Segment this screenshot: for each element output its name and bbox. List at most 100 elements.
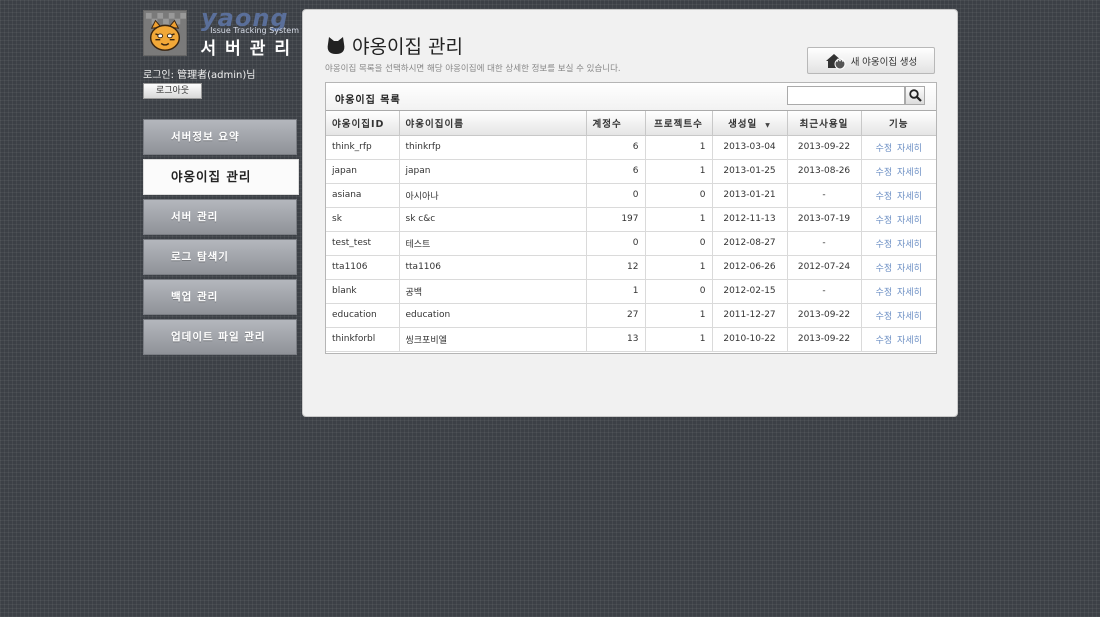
sidebar-item-server-summary[interactable]: 서버정보 요약	[143, 119, 297, 155]
cell-actions: 수정 자세히	[860, 206, 936, 232]
cell-accounts: 0	[585, 230, 646, 256]
table-row[interactable]: think_rfp thinkrfp 6 1 2013-03-04 2013-09-22 수…	[326, 134, 936, 160]
cell-id: asiana	[326, 182, 400, 208]
table-row[interactable]: thinkforbl 씽크포비엘 13 1 2010-10-22 2013-09-22 수정…	[326, 326, 936, 352]
detail-link[interactable]: 자세히	[897, 240, 922, 250]
edit-link[interactable]: 수정	[876, 336, 893, 346]
detail-link[interactable]: 자세히	[897, 144, 922, 154]
cell-projects: 1	[644, 302, 713, 328]
sidebar-nav: 서버정보 요약 야옹이집 관리 서버 관리 로그 탐색기 백업 관리 업데이트 …	[143, 119, 299, 359]
cell-accounts: 197	[585, 206, 646, 232]
column-header-projects[interactable]: 프로젝트수	[644, 111, 713, 136]
cat-icon	[326, 37, 346, 55]
sidebar-item-log-explorer[interactable]: 로그 탐색기	[143, 239, 297, 275]
yaong-logo	[143, 10, 187, 56]
cell-accounts: 6	[585, 158, 646, 184]
sidebar-item-backup[interactable]: 백업 관리	[143, 279, 297, 315]
cell-id: sk	[326, 206, 400, 232]
cell-name: 아시아나	[398, 182, 587, 208]
cell-last-used: 2013-08-26	[786, 158, 862, 184]
cell-actions: 수정 자세히	[860, 302, 936, 328]
new-yaong-house-button[interactable]: 새 야옹이집 생성	[807, 47, 935, 74]
cell-name: 씽크포비엘	[398, 326, 587, 352]
detail-link[interactable]: 자세히	[897, 312, 922, 322]
table-row[interactable]: tta1106 tta1106 12 1 2012-06-26 2012-07-24 수정 …	[326, 254, 936, 280]
cell-last-used: 2013-09-22	[786, 302, 862, 328]
table-row[interactable]: japan japan 6 1 2013-01-25 2013-08-26 수정 자세히	[326, 158, 936, 184]
edit-link[interactable]: 수정	[876, 144, 893, 154]
cell-last-used: 2013-09-22	[786, 326, 862, 352]
cell-created: 2013-01-25	[711, 158, 788, 184]
cell-created: 2012-08-27	[711, 230, 788, 256]
list-header: 야옹이집 목록	[326, 83, 936, 111]
cell-name: tta1106	[398, 254, 587, 280]
edit-link[interactable]: 수정	[876, 264, 893, 274]
column-header-created[interactable]: 생성일 ▼	[711, 111, 788, 136]
cell-actions: 수정 자세히	[860, 158, 936, 184]
edit-link[interactable]: 수정	[876, 288, 893, 298]
sort-desc-icon: ▼	[765, 121, 771, 129]
cell-actions: 수정 자세히	[860, 134, 936, 160]
edit-link[interactable]: 수정	[876, 312, 893, 322]
page-title-text: 야옹이집 관리	[352, 36, 463, 58]
table-row[interactable]: education education 27 1 2011-12-27 2013-09-2…	[326, 302, 936, 328]
cell-last-used: -	[786, 278, 862, 304]
column-header-id[interactable]: 야옹이집ID	[326, 111, 400, 136]
page-title: 야옹이집 관리	[326, 32, 463, 59]
table-row[interactable]: blank 공백 1 0 2012-02-15- 수정 자세히	[326, 278, 936, 304]
detail-link[interactable]: 자세히	[897, 192, 922, 202]
house-cat-icon	[825, 53, 846, 69]
detail-link[interactable]: 자세히	[897, 168, 922, 178]
table-row[interactable]: test_test 테스트 0 0 2012-08-27- 수정 자세히	[326, 230, 936, 256]
cell-created: 2013-01-21	[711, 182, 788, 208]
cell-accounts: 13	[585, 326, 646, 352]
table-row[interactable]: sk sk c&c 197 1 2012-11-13 2013-07-19 수정 자세히	[326, 206, 936, 232]
cell-id: think_rfp	[326, 134, 400, 160]
table-header-row: 야옹이집ID 야옹이집이름 계정수 프로젝트수 생성일 ▼ 최근사용일 기능	[326, 111, 936, 136]
cell-accounts: 27	[585, 302, 646, 328]
cell-projects: 1	[644, 254, 713, 280]
cell-id: blank	[326, 278, 400, 304]
page-description: 야옹이집 목록을 선택하시면 해당 야옹이집에 대한 상세한 정보를 보실 수 …	[325, 64, 621, 74]
edit-link[interactable]: 수정	[876, 168, 893, 178]
cell-created: 2012-11-13	[711, 206, 788, 232]
cell-last-used: 2012-07-24	[786, 254, 862, 280]
cell-accounts: 1	[585, 278, 646, 304]
column-header-actions: 기능	[860, 111, 936, 136]
column-header-accounts[interactable]: 계정수	[585, 111, 646, 136]
cell-id: japan	[326, 158, 400, 184]
search-button[interactable]	[905, 86, 925, 105]
logout-button[interactable]: 로그아웃	[143, 83, 202, 99]
search-input[interactable]	[787, 86, 905, 105]
detail-link[interactable]: 자세히	[897, 216, 922, 226]
cell-accounts: 6	[585, 134, 646, 160]
cell-name: japan	[398, 158, 587, 184]
cell-name: sk c&c	[398, 206, 587, 232]
new-yaong-house-label: 새 야옹이집 생성	[850, 56, 918, 68]
detail-link[interactable]: 자세히	[897, 336, 922, 346]
yaong-house-list: 야옹이집 목록 야옹이집ID 야옹이집이름 계정수 프로젝트수 생성일 ▼ 최근…	[325, 82, 937, 354]
cell-actions: 수정 자세히	[860, 182, 936, 208]
cell-created: 2013-03-04	[711, 134, 788, 160]
edit-link[interactable]: 수정	[876, 216, 893, 226]
cell-projects: 1	[644, 326, 713, 352]
cell-id: tta1106	[326, 254, 400, 280]
cell-actions: 수정 자세히	[860, 230, 936, 256]
sidebar-item-update-files[interactable]: 업데이트 파일 관리	[143, 319, 297, 355]
edit-link[interactable]: 수정	[876, 192, 893, 202]
table-row[interactable]: asiana 아시아나 0 0 2013-01-21- 수정 자세히	[326, 182, 936, 208]
detail-link[interactable]: 자세히	[897, 288, 922, 298]
sidebar-item-yaong-house[interactable]: 야옹이집 관리	[143, 159, 299, 195]
detail-link[interactable]: 자세히	[897, 264, 922, 274]
cell-actions: 수정 자세히	[860, 254, 936, 280]
cell-last-used: 2013-09-22	[786, 134, 862, 160]
cell-projects: 1	[644, 158, 713, 184]
cell-name: 공백	[398, 278, 587, 304]
cell-created: 2012-02-15	[711, 278, 788, 304]
edit-link[interactable]: 수정	[876, 240, 893, 250]
column-header-name[interactable]: 야옹이집이름	[398, 111, 587, 136]
cell-created: 2011-12-27	[711, 302, 788, 328]
sidebar-item-server[interactable]: 서버 관리	[143, 199, 297, 235]
column-header-last-used[interactable]: 최근사용일	[786, 111, 862, 136]
column-header-created-label: 생성일	[728, 118, 758, 130]
